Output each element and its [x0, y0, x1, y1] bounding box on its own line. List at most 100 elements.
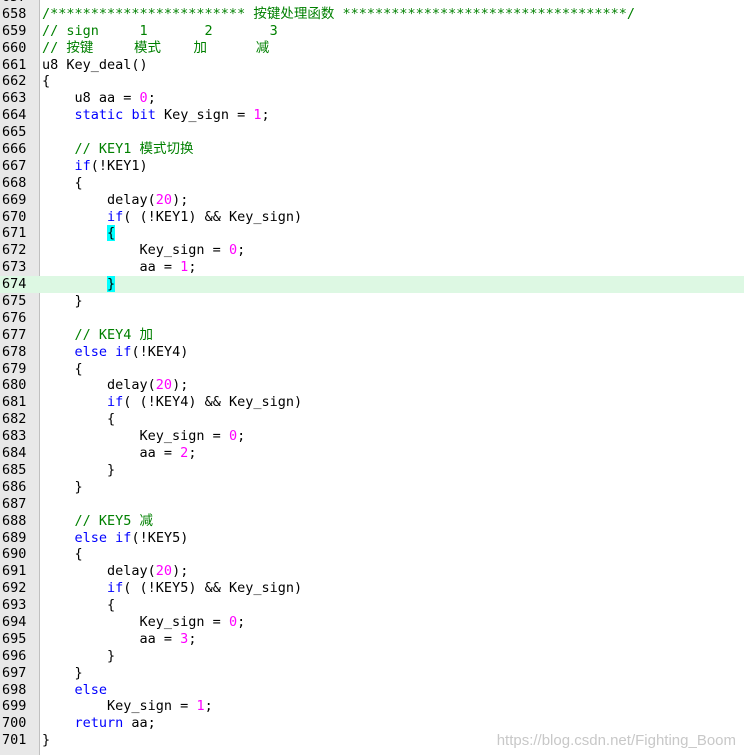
number-token: 0: [228, 242, 238, 259]
code-line[interactable]: 697 }: [0, 665, 744, 682]
code-token: u8 Key_deal(): [42, 56, 148, 73]
line-text: Key_sign = 1;: [42, 698, 213, 715]
code-token: Key_sign =: [42, 698, 197, 715]
code-line[interactable]: 680 delay(20);: [0, 377, 744, 394]
code-token: ;: [147, 90, 156, 107]
code-line[interactable]: 670 if( (!KEY1) && Key_sign): [0, 209, 744, 226]
code-line[interactable]: 669 delay(20);: [0, 192, 744, 209]
line-number: 676: [2, 309, 27, 326]
comment-token: // sign 1 2 3: [42, 22, 278, 39]
number-token: 20: [155, 563, 173, 580]
code-line[interactable]: 699 Key_sign = 1;: [0, 698, 744, 715]
line-number: 677: [2, 326, 27, 343]
code-line[interactable]: 688 // KEY5 减: [0, 513, 744, 530]
code-token: (!KEY1): [90, 157, 148, 174]
code-line[interactable]: 683 Key_sign = 0;: [0, 428, 744, 445]
code-line[interactable]: 659 // sign 1 2 3: [0, 23, 744, 40]
code-line[interactable]: 685 }: [0, 462, 744, 479]
code-line[interactable]: 660 // 按键 模式 加 减: [0, 40, 744, 57]
line-number: 694: [2, 613, 27, 630]
code-line[interactable]: 676: [0, 310, 744, 327]
comment-token: // 按键 模式 加 减: [42, 39, 270, 56]
code-line[interactable]: 693 {: [0, 597, 744, 614]
keyword-token: if: [107, 208, 124, 225]
matched-brace: }: [107, 276, 116, 293]
keyword-token: else: [74, 681, 108, 698]
line-number: 678: [2, 343, 27, 360]
code-line[interactable]: 667 if(!KEY1): [0, 158, 744, 175]
code-line[interactable]: 687: [0, 496, 744, 513]
line-text: else if(!KEY4): [42, 343, 189, 361]
line-number: 695: [2, 630, 27, 647]
code-line[interactable]: 681 if( (!KEY4) && Key_sign): [0, 394, 744, 411]
code-line[interactable]: 673 aa = 1;: [0, 259, 744, 276]
code-line[interactable]: 665: [0, 124, 744, 141]
code-line[interactable]: 664 static bit Key_sign = 1;: [0, 107, 744, 124]
line-text: }: [42, 732, 50, 749]
code-line[interactable]: 698 else: [0, 682, 744, 699]
line-text: delay(20);: [42, 563, 188, 580]
line-text: // KEY4 加: [42, 326, 154, 344]
code-line[interactable]: 663 u8 aa = 0;: [0, 90, 744, 107]
code-token: ;: [188, 259, 197, 276]
line-number: 661: [2, 56, 27, 73]
code-line[interactable]: 662 {: [0, 73, 744, 90]
code-token: aa =: [42, 445, 181, 462]
code-line[interactable]: 689 else if(!KEY5): [0, 530, 744, 547]
code-line[interactable]: 695 aa = 3;: [0, 631, 744, 648]
code-line[interactable]: 692 if( (!KEY5) && Key_sign): [0, 580, 744, 597]
code-line[interactable]: 678 else if(!KEY4): [0, 344, 744, 361]
code-line[interactable]: 658 /************************ 按键处理函数 ****…: [0, 6, 744, 23]
code-token: ;: [188, 445, 197, 462]
number-token: 1: [196, 698, 205, 715]
line-text: }: [42, 648, 115, 665]
code-token: ( (!KEY1) && Key_sign): [123, 208, 303, 225]
code-line[interactable]: 679 {: [0, 361, 744, 378]
code-token: Key_sign =: [42, 242, 229, 259]
code-token: Key_sign =: [42, 613, 229, 630]
code-token: (!KEY5): [131, 529, 189, 546]
line-number: 698: [2, 681, 27, 698]
line-number: 660: [2, 39, 27, 56]
keyword-token: static: [74, 107, 124, 124]
line-text: {: [42, 546, 83, 563]
code-line[interactable]: 675 }: [0, 293, 744, 310]
line-number: 690: [2, 546, 27, 563]
line-text: Key_sign = 0;: [42, 613, 246, 631]
line-number: 670: [2, 208, 27, 225]
line-text: }: [42, 665, 83, 682]
code-token: ( (!KEY4) && Key_sign): [123, 394, 303, 411]
code-line[interactable]: 686 }: [0, 479, 744, 496]
code-editor[interactable]: 657658/************************ 按键处理函数 *…: [0, 0, 744, 749]
line-number: 663: [2, 90, 27, 107]
code-line[interactable]: 677 // KEY4 加: [0, 327, 744, 344]
code-line[interactable]: 682 {: [0, 411, 744, 428]
code-line[interactable]: 696 }: [0, 648, 744, 665]
code-token: );: [172, 563, 189, 580]
comment-token: // KEY4 加: [74, 326, 154, 343]
code-line[interactable]: 666 // KEY1 模式切换: [0, 141, 744, 158]
code-line[interactable]: 684 aa = 2;: [0, 445, 744, 462]
current-code-line[interactable]: 674 }: [0, 276, 744, 294]
line-number: 687: [2, 495, 27, 512]
line-number: 674: [2, 276, 27, 293]
line-text: }: [42, 462, 115, 479]
code-line[interactable]: 700 return aa;: [0, 715, 744, 732]
code-line[interactable]: 672 Key_sign = 0;: [0, 242, 744, 259]
line-number: 684: [2, 445, 27, 462]
code-line[interactable]: 691 delay(20);: [0, 563, 744, 580]
code-line[interactable]: 690 {: [0, 546, 744, 563]
code-line[interactable]: 694 Key_sign = 0;: [0, 614, 744, 631]
keyword-token: else: [74, 343, 108, 360]
line-text: // 按键 模式 加 减: [42, 40, 269, 57]
code-line[interactable]: 671 {: [0, 225, 744, 242]
line-text: else if(!KEY5): [42, 529, 189, 547]
line-number: 672: [2, 242, 27, 259]
code-line[interactable]: 661 u8 Key_deal(): [0, 57, 744, 74]
line-text: Key_sign = 0;: [42, 428, 246, 445]
code-line[interactable]: 668 {: [0, 175, 744, 192]
